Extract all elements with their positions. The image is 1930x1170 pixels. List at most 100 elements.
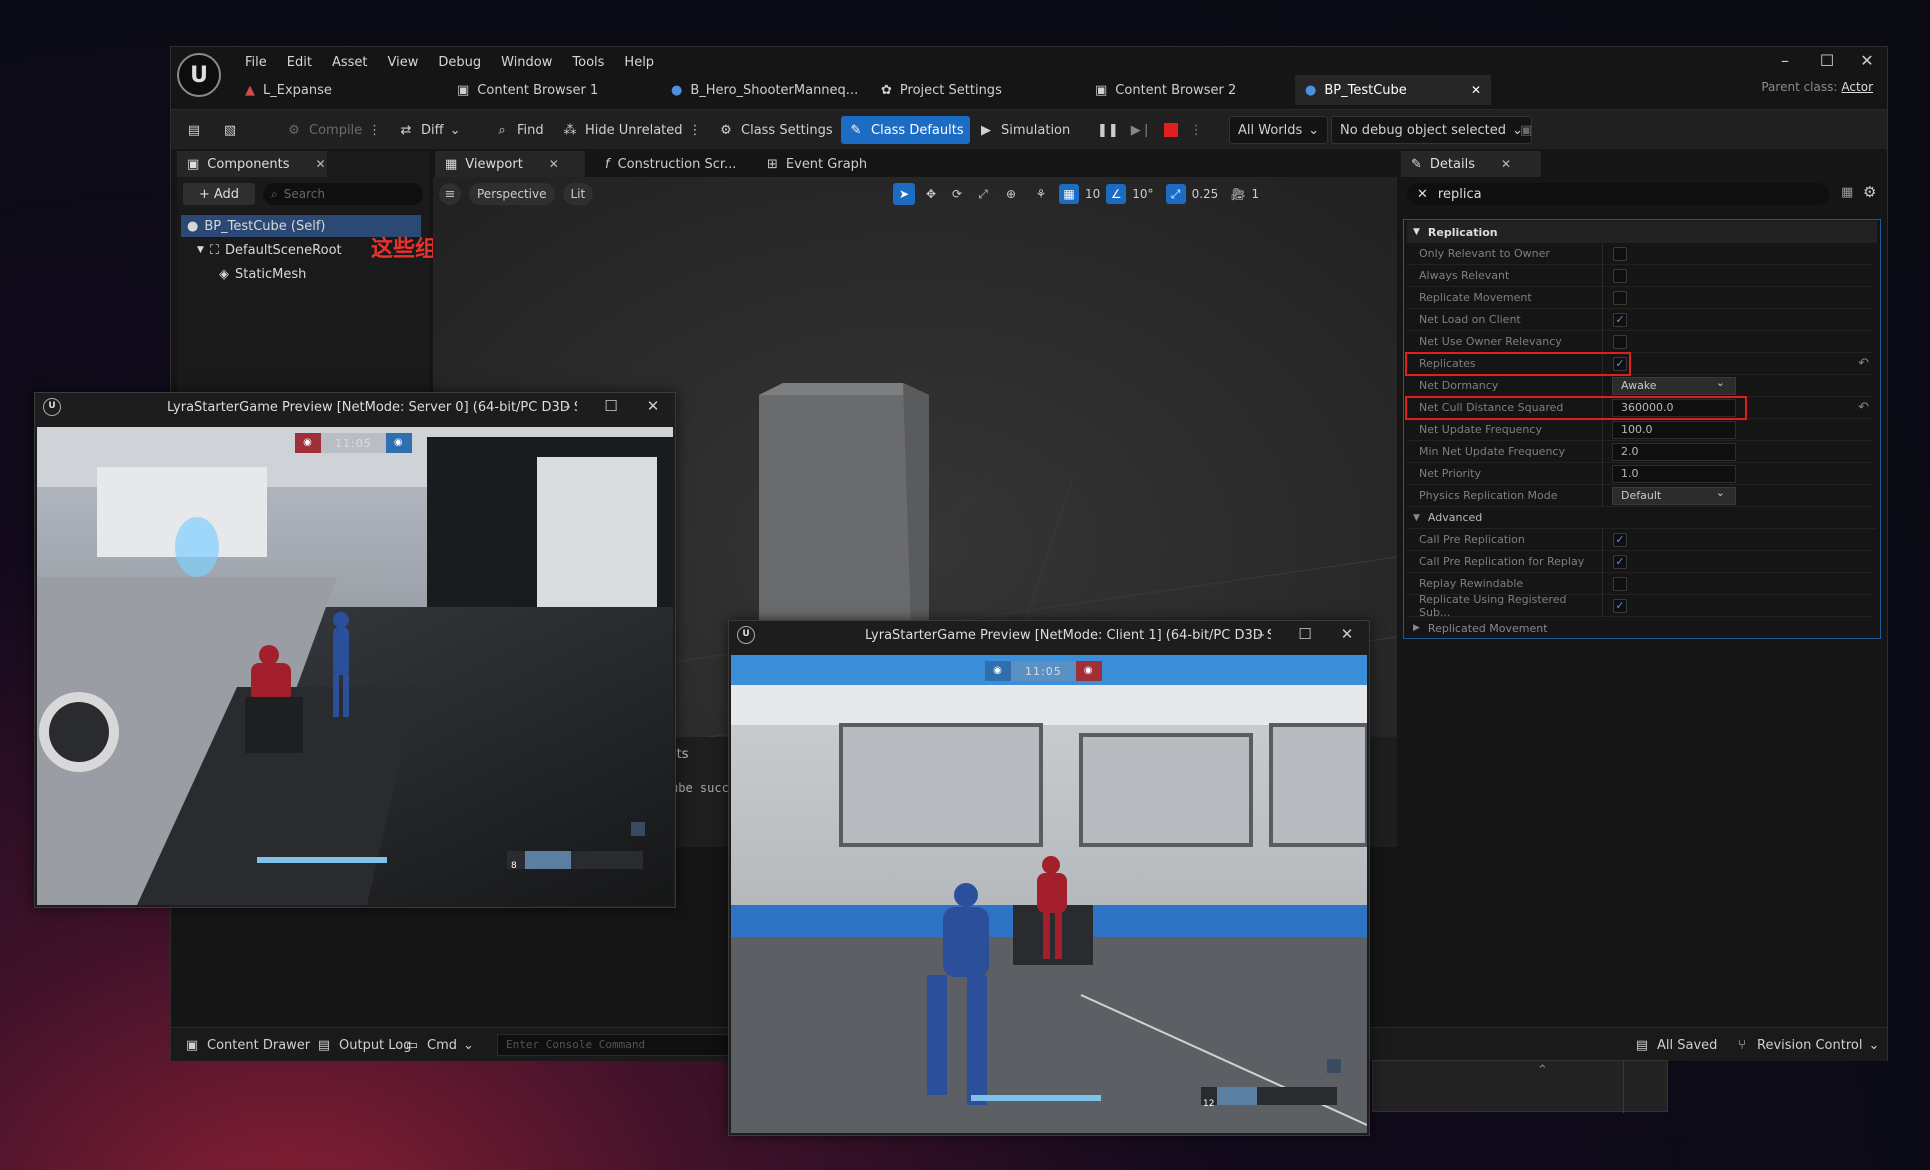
checkbox-checked[interactable]: ✓ [1613,532,1627,547]
tab-construction-script[interactable]: f Construction Scr... [595,151,746,177]
pause-icon[interactable]: ❚❚ [1097,123,1119,138]
min-net-update-frequency-input[interactable]: 2.0 [1612,442,1736,461]
checkbox[interactable] [1613,268,1627,283]
checkbox[interactable] [1613,246,1627,261]
menu-help[interactable]: Help [614,55,664,70]
server-game-view[interactable] [37,427,673,905]
menu-file[interactable]: File [235,55,277,70]
clear-search-icon[interactable]: ✕ [1417,187,1428,202]
step-icon[interactable]: ▶❘ [1131,123,1152,138]
checkbox-checked[interactable]: ✓ [1613,598,1627,613]
menu-edit[interactable]: Edit [277,55,322,70]
camera-speed-value[interactable]: 1 [1252,187,1260,201]
stop-icon[interactable] [1163,123,1178,137]
move-tool-icon[interactable]: ✥ [921,187,941,201]
browse-icon[interactable]: ▧ [215,116,245,144]
close-icon[interactable]: ✕ [549,157,559,171]
world-space-icon[interactable]: ⊕ [999,187,1023,201]
chevron-up-icon[interactable]: ⌃ [1537,1063,1548,1078]
scale-tool-icon[interactable]: ⤢ [973,187,993,202]
rotate-tool-icon[interactable]: ⟳ [947,187,967,201]
scale-snap-icon[interactable]: ⤢ [1165,184,1186,204]
tab-event-graph[interactable]: ⊞ Event Graph [757,151,877,177]
expand-arrow-icon[interactable]: ▼ [197,245,204,255]
simulation-button[interactable]: ▶ Simulation [971,116,1076,144]
tab-viewport[interactable]: ▦ Viewport ✕ [435,151,585,177]
net-update-frequency-input[interactable]: 100.0 [1612,420,1736,439]
tab-content-browser-1[interactable]: ▣ Content Browser 1 [447,75,608,105]
worlds-dropdown[interactable]: All Worlds ⌄ [1229,116,1329,144]
console-command-input[interactable]: Enter Console Command [497,1034,737,1056]
physics-replication-dropdown[interactable]: Default [1612,485,1736,505]
reset-to-default-icon[interactable]: ↶ [1858,356,1869,371]
tab-details[interactable]: ✎ Details ✕ [1401,151,1541,177]
checkbox[interactable] [1613,290,1627,305]
revision-control-button[interactable]: ⑂ Revision Control ⌄ [1727,1031,1885,1059]
more-options-icon[interactable]: ⋮ [1190,123,1203,138]
debug-filter-icon[interactable]: ▣ [1511,116,1541,144]
checkbox-checked[interactable]: ✓ [1613,554,1627,569]
table-view-icon[interactable]: ▦ [1841,185,1853,200]
menu-debug[interactable]: Debug [428,55,491,70]
add-component-button[interactable]: + Add [183,183,255,205]
checkbox[interactable] [1613,576,1627,591]
grid-snap-value[interactable]: 10 [1085,187,1100,201]
maximize-icon[interactable]: ☐ [1293,625,1317,645]
menu-asset[interactable]: Asset [322,55,378,70]
class-settings-button[interactable]: ⚙ Class Settings [711,116,839,144]
parent-class-link[interactable]: Actor [1841,80,1873,94]
diff-button[interactable]: ⇄ Diff ⌄ [391,116,467,144]
select-tool-icon[interactable]: ➤ [893,183,915,205]
debug-object-dropdown[interactable]: No debug object selected ⌄ [1331,116,1532,144]
all-saved-button[interactable]: ▤ All Saved [1627,1031,1723,1059]
maximize-icon[interactable]: ☐ [599,397,623,417]
replicated-movement-group[interactable]: ▶ Replicated Movement [1407,617,1877,639]
menu-view[interactable]: View [378,55,429,70]
rotation-snap-icon[interactable]: ∠ [1106,184,1127,204]
reset-to-default-icon[interactable]: ↶ [1858,400,1869,415]
menu-window[interactable]: Window [491,55,562,70]
checkbox[interactable] [1613,334,1627,349]
tab-content-browser-2[interactable]: ▣ Content Browser 2 [1085,75,1246,105]
tab-components[interactable]: ▣ Components ✕ [177,151,327,177]
grid-snap-icon[interactable]: ▦ [1059,184,1079,204]
close-icon[interactable]: ✕ [316,157,326,171]
scale-snap-value[interactable]: 0.25 [1192,187,1219,201]
close-icon[interactable]: ✕ [1853,51,1881,73]
minimize-icon[interactable]: – [1249,625,1273,645]
advanced-group-header[interactable]: ▼ Advanced [1407,507,1877,529]
close-icon[interactable]: ✕ [641,397,665,417]
surface-snap-icon[interactable]: ⚘ [1029,187,1053,201]
tab-hero-shooter[interactable]: ● B_Hero_ShooterManneq... [661,75,868,105]
tab-bp-testcube[interactable]: ● BP_TestCube ✕ [1295,75,1491,105]
minimize-icon[interactable]: – [555,397,579,417]
checkbox-checked[interactable]: ✓ [1613,312,1627,327]
cmd-dropdown[interactable]: ▭ Cmd ⌄ [397,1031,480,1059]
perspective-button[interactable]: Perspective [469,183,555,205]
find-button[interactable]: ⌕ Find [487,116,550,144]
component-search-input[interactable]: ⌕ Search [263,183,423,205]
class-defaults-button[interactable]: ✎ Class Defaults [841,116,970,144]
tab-l-expanse[interactable]: ▲ L_Expanse [235,75,342,105]
hide-unrelated-button[interactable]: ⁂ Hide Unrelated ⋮ [555,116,708,144]
close-tab-icon[interactable]: ✕ [1471,83,1481,97]
camera-speed-icon[interactable]: 🎥︎ [1230,187,1245,201]
gear-icon[interactable]: ⚙ [1863,183,1876,201]
minimize-icon[interactable]: – [1771,51,1799,73]
lit-button[interactable]: Lit [562,183,594,205]
maximize-icon[interactable]: ☐ [1813,51,1841,73]
net-priority-input[interactable]: 1.0 [1612,464,1736,483]
tree-item-staticmesh[interactable]: ◈ StaticMesh [219,263,306,285]
content-drawer-button[interactable]: ▣ Content Drawer [177,1031,316,1059]
tab-project-settings[interactable]: ✿ Project Settings [871,75,1012,105]
compile-button[interactable]: ⚙ Compile ⋮ [279,116,387,144]
replication-category-header[interactable]: ▼ Replication [1407,221,1877,243]
rotation-snap-value[interactable]: 10° [1132,187,1153,201]
unreal-logo-icon[interactable]: U [177,53,221,97]
tree-item-defaultsceneroot[interactable]: ▼ ⛶ DefaultSceneRoot [197,239,342,261]
close-icon[interactable]: ✕ [1501,157,1511,171]
close-icon[interactable]: ✕ [1335,625,1359,645]
menu-tools[interactable]: Tools [562,55,614,70]
save-icon[interactable]: ▤ [179,116,209,144]
net-dormancy-dropdown[interactable]: Awake [1612,375,1736,395]
